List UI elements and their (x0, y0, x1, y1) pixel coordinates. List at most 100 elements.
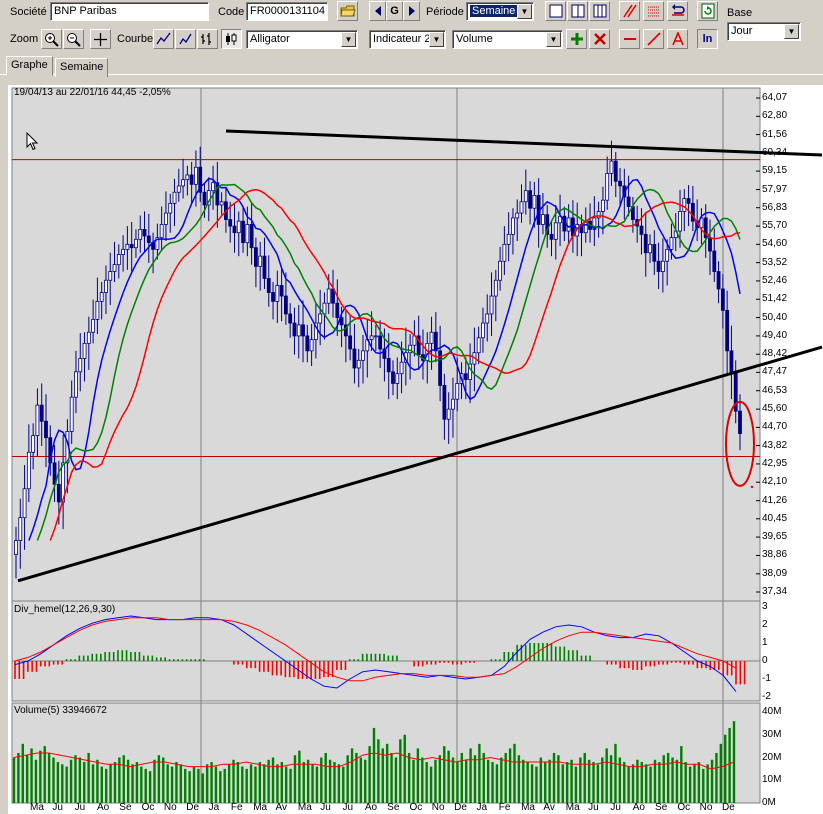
volume-bar (548, 759, 551, 803)
volume-bar (421, 757, 424, 803)
candle-body (69, 396, 74, 432)
x-axis-tick: Ma (565, 802, 580, 813)
price-y-tick: 57,97 (762, 183, 788, 195)
volume-bar (192, 766, 196, 803)
volume-bar (447, 750, 450, 803)
volume-bar (530, 764, 534, 803)
volume-bar (715, 752, 718, 803)
candle-body (164, 212, 168, 225)
volume-bar (65, 766, 68, 803)
volume-bar (30, 748, 33, 803)
volume-bar (482, 752, 485, 803)
volume-bar (535, 766, 538, 803)
x-axis-tick: Ao (632, 802, 645, 813)
chart-canvas (11, 87, 823, 804)
candle-body (678, 211, 682, 232)
volume-bar (306, 759, 310, 803)
price-y-tick: 39,65 (762, 531, 788, 543)
candle-body (82, 342, 87, 359)
volume-bar (570, 759, 573, 803)
volume-bar (697, 762, 701, 803)
volume-bar (649, 766, 652, 803)
candle-body (519, 201, 524, 214)
candle-body (95, 300, 100, 320)
volume-bar (658, 762, 661, 803)
candle-body (86, 331, 91, 344)
volume-bar (684, 762, 687, 803)
candle-body (134, 238, 138, 249)
price-y-tick: 42,95 (762, 457, 788, 469)
volume-bar (302, 762, 305, 803)
volume-bar (324, 752, 327, 803)
candle-body (104, 279, 108, 293)
price-y-tick: 62,80 (762, 110, 788, 122)
volume-bar (91, 764, 95, 803)
volume-bar (100, 766, 104, 803)
macd-header: Div_hemel(12,26,9,30) (14, 604, 116, 615)
candle-body (485, 313, 490, 324)
candle-body (361, 350, 365, 361)
candle-body (553, 222, 558, 240)
price-y-tick: 44,70 (762, 421, 788, 433)
x-axis-tick: Se (119, 802, 132, 813)
volume-bar (74, 755, 77, 803)
volume-bar (210, 762, 213, 803)
x-axis-tick: Ma (253, 802, 268, 813)
volume-bar (601, 757, 604, 803)
candle-body (99, 292, 104, 302)
volume-bar (359, 757, 363, 803)
volume-bar (614, 743, 617, 803)
volume-bar (289, 768, 292, 803)
price-y-tick: 60,34 (762, 146, 788, 158)
volume-bar (43, 746, 46, 803)
volume-bar (438, 755, 442, 803)
volume-bar (148, 771, 152, 803)
volume-bar (565, 762, 569, 803)
volume-bar (644, 764, 648, 803)
volume-bar (429, 766, 433, 803)
volume-bar (249, 764, 253, 803)
volume-bar (241, 766, 244, 803)
x-axis-tick: Ju (52, 802, 63, 813)
volume-bar (587, 759, 591, 803)
volume-bar (131, 764, 134, 803)
candle-body (108, 271, 113, 281)
candle-body (292, 322, 297, 337)
candle-body (254, 247, 258, 267)
candle-body (373, 335, 378, 338)
volume-bar (561, 764, 564, 803)
candle-body (22, 488, 27, 519)
volume-bar (276, 764, 279, 803)
volume-bar (333, 762, 336, 803)
candle-body (386, 358, 391, 373)
candle-body (660, 260, 665, 272)
price-y-tick: 42,10 (762, 476, 788, 488)
volume-bar (337, 764, 341, 803)
price-y-tick: 38,86 (762, 549, 788, 561)
candle-body (738, 410, 742, 434)
candle-body (39, 404, 44, 422)
volume-bar (144, 768, 147, 803)
candle-body (476, 337, 481, 354)
macd-y-tick: 0 (762, 655, 768, 666)
candle-body (686, 198, 691, 204)
candle-body (168, 202, 173, 214)
volume-bar (122, 755, 125, 803)
volume-bar (592, 762, 595, 803)
volume-bar (271, 757, 275, 803)
x-axis-tick: Ma (521, 802, 535, 813)
candle-body (56, 483, 61, 503)
candle-body (541, 214, 545, 225)
candle-body (605, 173, 610, 201)
volume-bar (728, 727, 731, 803)
volume-bar (34, 759, 38, 803)
candle-body (236, 220, 241, 234)
candle-body (395, 373, 400, 384)
volume-bar (223, 768, 226, 803)
volume-bar (298, 750, 301, 803)
panel-bg (11, 87, 761, 603)
volume-bar (214, 766, 218, 803)
x-axis-tick: No (163, 802, 177, 813)
candle-body (613, 160, 618, 182)
volume-y-tick: 20M (762, 751, 782, 763)
